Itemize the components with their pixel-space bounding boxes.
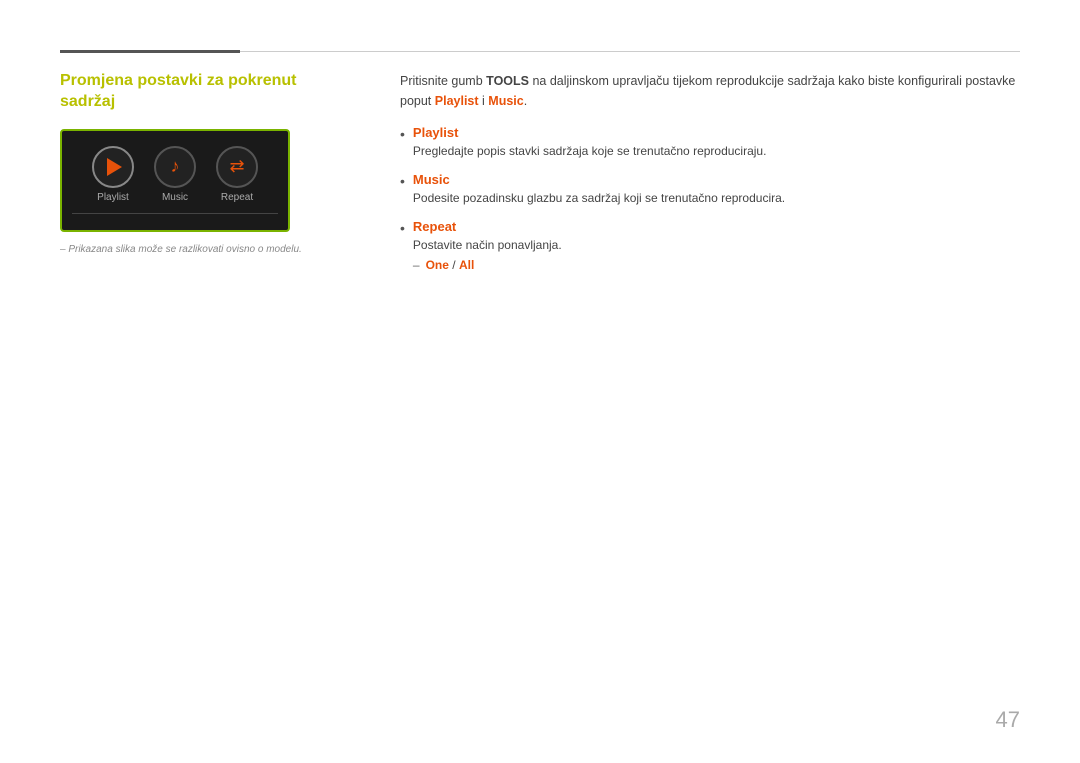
music-content: Music Podesite pozadinsku glazbu za sadr… [413, 172, 1020, 207]
page-number: 47 [996, 707, 1020, 733]
play-triangle-icon [107, 158, 122, 176]
separator: / [452, 258, 459, 272]
playlist-link: Playlist [435, 94, 479, 108]
top-line-dark [60, 50, 240, 53]
repeat-label: Repeat [221, 192, 253, 203]
repeat-icon-wrap: ⇄ Repeat [216, 146, 258, 203]
playlist-desc: Pregledajte popis stavki sadržaja koje s… [413, 144, 767, 158]
right-column: Pritisnite gumb TOOLS na daljinskom upra… [400, 71, 1020, 284]
list-item-music: • Music Podesite pozadinsku glazbu za sa… [400, 172, 1020, 207]
repeat-icon-circle: ⇄ [216, 146, 258, 188]
playlist-icon-circle [92, 146, 134, 188]
tools-bold: TOOLS [486, 74, 529, 88]
music-link: Music [488, 94, 523, 108]
media-player-mockup: Playlist ♪ Music ⇄ Repeat [60, 129, 290, 232]
main-content: Promjena postavki za pokrenut sadržaj Pl… [60, 71, 1020, 284]
music-desc: Podesite pozadinsku glazbu za sadržaj ko… [413, 191, 785, 205]
repeat-arrows-icon: ⇄ [229, 156, 244, 177]
music-label: Music [162, 192, 188, 203]
repeat-content: Repeat Postavite način ponavljanja. – On… [413, 219, 1020, 272]
playlist-title: Playlist [413, 125, 1020, 140]
left-column: Promjena postavki za pokrenut sadržaj Pl… [60, 71, 340, 284]
list-item-playlist: • Playlist Pregledajte popis stavki sadr… [400, 125, 1020, 160]
all-option: All [459, 258, 474, 272]
bullet-dot-music: • [400, 172, 405, 192]
top-line-light [240, 51, 1020, 52]
playlist-icon-wrap: Playlist [92, 146, 134, 203]
intro-paragraph: Pritisnite gumb TOOLS na daljinskom upra… [400, 71, 1020, 111]
intro-suffix: . [524, 94, 527, 108]
repeat-desc: Postavite način ponavljanja. [413, 238, 562, 252]
one-option: One [426, 258, 449, 272]
playlist-label: Playlist [97, 192, 129, 203]
music-title: Music [413, 172, 1020, 187]
music-icon-wrap: ♪ Music [154, 146, 196, 203]
repeat-sub-list: – One / All [413, 258, 1020, 272]
player-icons-row: Playlist ♪ Music ⇄ Repeat [92, 146, 258, 203]
intro-connector: i [479, 94, 489, 108]
bullet-dot-playlist: • [400, 125, 405, 145]
sub-dash: – [413, 258, 420, 272]
features-list: • Playlist Pregledajte popis stavki sadr… [400, 125, 1020, 272]
player-divider [72, 213, 278, 214]
model-note: – Prikazana slika može se razlikovati ov… [60, 244, 340, 255]
top-decorative-lines [60, 50, 1020, 53]
playlist-content: Playlist Pregledajte popis stavki sadrža… [413, 125, 1020, 160]
intro-prefix: Pritisnite gumb [400, 74, 486, 88]
page-container: Promjena postavki za pokrenut sadržaj Pl… [0, 0, 1080, 763]
bullet-dot-repeat: • [400, 219, 405, 239]
repeat-sub-item: – One / All [413, 258, 1020, 272]
list-item-repeat: • Repeat Postavite način ponavljanja. – … [400, 219, 1020, 272]
section-title: Promjena postavki za pokrenut sadržaj [60, 71, 340, 113]
repeat-title: Repeat [413, 219, 1020, 234]
music-icon-circle: ♪ [154, 146, 196, 188]
sub-option: One / All [426, 258, 475, 272]
music-note-icon: ♪ [171, 156, 180, 177]
